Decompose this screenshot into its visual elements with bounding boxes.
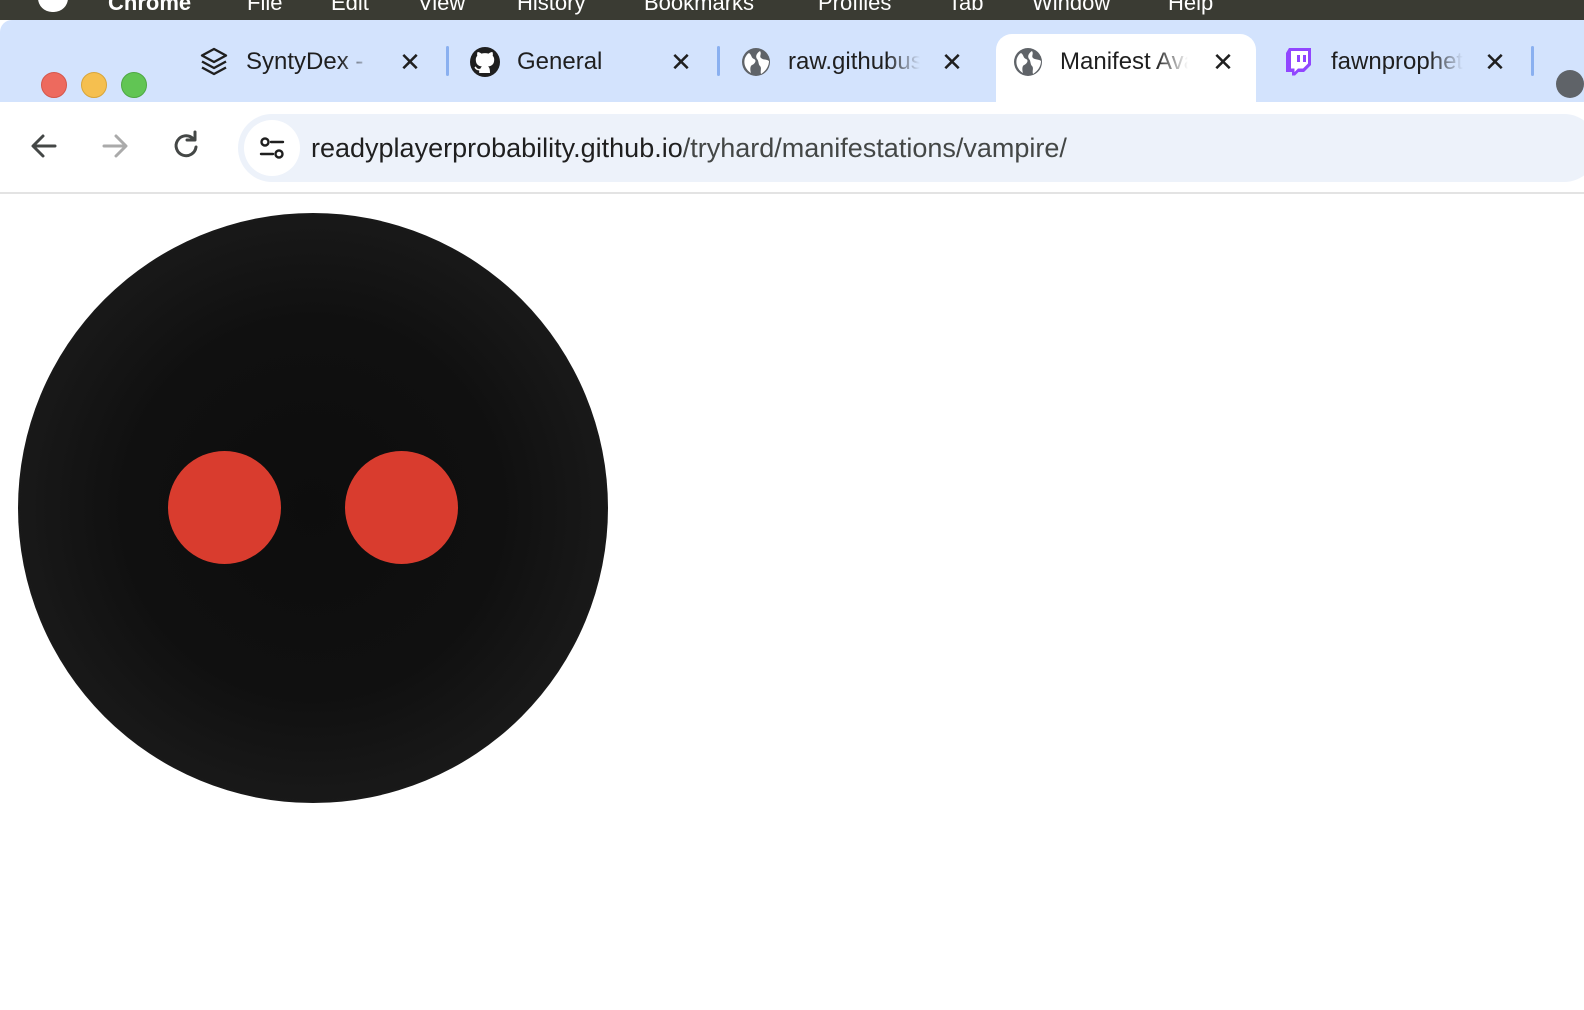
url-text[interactable]: readyplayerprobability.github.io/tryhard…: [311, 114, 1067, 182]
tab-strip: SyntyDex - Manage ✕ General ✕ raw.github…: [0, 20, 1584, 122]
tab-separator: [717, 46, 720, 76]
close-icon[interactable]: ✕: [1481, 48, 1509, 76]
window-close-button[interactable]: [41, 72, 67, 98]
tab-raw-github[interactable]: raw.githubusercontent.com ✕: [724, 34, 986, 102]
tab-syntydex[interactable]: SyntyDex - Manage ✕: [182, 34, 444, 102]
back-arrow-icon: [31, 134, 57, 158]
tab-title: raw.githubusercontent.com: [788, 48, 920, 75]
tab-title: General: [517, 48, 603, 75]
forward-button[interactable]: [95, 126, 135, 166]
menu-file[interactable]: File: [247, 0, 282, 16]
tab-separator: [446, 46, 449, 76]
github-icon: [469, 46, 501, 78]
page-viewport: [0, 194, 1584, 1010]
menu-view[interactable]: View: [418, 0, 465, 16]
tab-github-general[interactable]: General ✕: [453, 34, 715, 102]
menu-profiles[interactable]: Profiles: [818, 0, 891, 16]
vampire-avatar-face: [18, 213, 608, 803]
window-minimize-button[interactable]: [81, 72, 107, 98]
twitch-icon: [1283, 46, 1315, 78]
browser-toolbar: readyplayerprobability.github.io/tryhard…: [0, 102, 1584, 194]
window-zoom-button[interactable]: [121, 72, 147, 98]
tune-settings-icon: [259, 137, 285, 159]
back-button[interactable]: [24, 126, 64, 166]
right-eye: [345, 451, 458, 564]
address-bar[interactable]: readyplayerprobability.github.io/tryhard…: [238, 114, 1584, 182]
tab-title: Manifest Avatar: [1060, 48, 1188, 75]
url-path: /tryhard/manifestations/vampire/: [682, 133, 1067, 163]
syntydex-layers-icon: [198, 46, 230, 78]
menu-bookmarks[interactable]: Bookmarks: [644, 0, 754, 16]
macos-menu-bar: Chrome File Edit View History Bookmarks …: [0, 0, 1584, 20]
menu-history[interactable]: History: [517, 0, 585, 16]
menu-edit[interactable]: Edit: [331, 0, 369, 16]
tab-separator: [1531, 46, 1534, 76]
tab-twitch[interactable]: fawnprophet - Twitch ✕: [1267, 34, 1529, 102]
tab-manifest-avatar[interactable]: Manifest Avatar ✕: [996, 34, 1256, 102]
left-eye: [168, 451, 281, 564]
close-icon[interactable]: ✕: [1209, 48, 1237, 76]
close-icon[interactable]: ✕: [396, 48, 424, 76]
menu-help[interactable]: Help: [1168, 0, 1213, 16]
apple-menu-icon[interactable]: [38, 0, 68, 12]
menu-tab[interactable]: Tab: [948, 0, 983, 16]
tab-title: SyntyDex - Manage: [246, 48, 372, 75]
close-icon[interactable]: ✕: [938, 48, 966, 76]
forward-arrow-icon: [102, 134, 128, 158]
close-icon[interactable]: ✕: [667, 48, 695, 76]
reload-button[interactable]: [167, 126, 207, 166]
reload-icon: [174, 130, 198, 158]
url-host: readyplayerprobability.github.io: [311, 133, 683, 163]
menu-window[interactable]: Window: [1032, 0, 1110, 16]
globe-icon: [740, 46, 772, 78]
globe-icon[interactable]: [1554, 68, 1584, 100]
menu-app-name[interactable]: Chrome: [108, 0, 191, 16]
globe-icon: [1012, 46, 1044, 78]
site-info-button[interactable]: [244, 120, 300, 176]
tab-title: fawnprophet - Twitch: [1331, 48, 1463, 75]
